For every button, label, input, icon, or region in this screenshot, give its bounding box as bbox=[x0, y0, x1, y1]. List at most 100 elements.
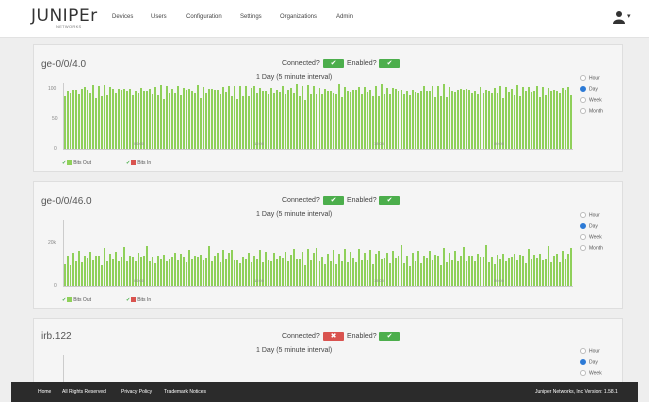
chart-bar bbox=[420, 90, 423, 149]
chart-bar bbox=[236, 260, 239, 286]
legend-bits-out[interactable]: ✔ Bits Out bbox=[62, 297, 91, 303]
chart-bar bbox=[273, 92, 276, 149]
range-week[interactable]: Week bbox=[580, 97, 602, 103]
radio-icon[interactable] bbox=[580, 75, 586, 81]
footer-home-link[interactable]: Home bbox=[38, 389, 51, 395]
range-week[interactable]: Week bbox=[580, 370, 602, 376]
nav-admin[interactable]: Admin bbox=[336, 14, 353, 20]
legend-bits-in[interactable]: ✔ Bits In bbox=[126, 297, 151, 303]
chart-bar bbox=[312, 253, 315, 286]
chart-bar bbox=[462, 247, 465, 286]
chart-bar bbox=[211, 260, 213, 286]
range-week[interactable]: Week bbox=[580, 234, 602, 240]
chart-bar bbox=[411, 253, 414, 286]
chart-bar bbox=[293, 249, 295, 286]
chart-bar bbox=[281, 257, 284, 286]
user-menu[interactable]: ▾ bbox=[612, 10, 634, 24]
chart-bar bbox=[100, 95, 103, 149]
chart-bar bbox=[315, 94, 318, 149]
chart-bar bbox=[146, 91, 148, 149]
chart-bar bbox=[332, 92, 335, 149]
chart-bar bbox=[346, 91, 349, 149]
chart-bar bbox=[442, 84, 445, 149]
chart-bar bbox=[168, 92, 171, 149]
range-hour[interactable]: Hour bbox=[580, 75, 600, 81]
chart-bar bbox=[188, 88, 191, 149]
nav-settings[interactable]: Settings bbox=[240, 14, 262, 20]
radio-selected-icon[interactable] bbox=[580, 359, 586, 365]
chart-bar bbox=[120, 256, 123, 286]
nav-devices[interactable]: Devices bbox=[112, 14, 133, 20]
chart-bar bbox=[411, 89, 414, 149]
range-hour[interactable]: Hour bbox=[580, 212, 600, 218]
chart-bar bbox=[86, 257, 89, 286]
enabled-check-icon: ✔ bbox=[379, 196, 400, 205]
range-month[interactable]: Month bbox=[580, 108, 603, 114]
nav-users[interactable]: Users bbox=[151, 14, 167, 20]
radio-icon[interactable] bbox=[580, 370, 586, 376]
chart-bar bbox=[69, 92, 72, 149]
chart-bar bbox=[213, 90, 216, 149]
chart-bar bbox=[533, 90, 536, 149]
chart-bar bbox=[414, 91, 417, 149]
nav-configuration[interactable]: Configuration bbox=[186, 14, 222, 20]
range-day[interactable]: Day bbox=[580, 223, 598, 229]
interface-name: ge-0/0/4.0 bbox=[41, 59, 87, 70]
radio-selected-icon[interactable] bbox=[580, 86, 586, 92]
range-day[interactable]: Day bbox=[580, 86, 598, 92]
chart-bar bbox=[567, 87, 570, 149]
chart-bar bbox=[428, 251, 431, 286]
chart-bar bbox=[112, 258, 114, 286]
chart-bar bbox=[284, 252, 287, 286]
chart-bar bbox=[530, 259, 533, 286]
chart-bar bbox=[151, 93, 154, 149]
chart-bar bbox=[558, 92, 561, 149]
chart-bar bbox=[386, 87, 389, 149]
connected-check-icon: ✔ bbox=[323, 59, 344, 68]
radio-icon[interactable] bbox=[580, 108, 586, 114]
chart-bar bbox=[363, 87, 366, 149]
chart-bar bbox=[507, 258, 510, 286]
footer-rights-link[interactable]: All Rights Reserved bbox=[62, 389, 106, 395]
legend-bits-out[interactable]: ✔ Bits Out bbox=[62, 160, 91, 166]
chart-bar bbox=[482, 256, 485, 286]
footer-privacy-link[interactable]: Privacy Policy bbox=[121, 389, 152, 395]
chart-bar bbox=[182, 256, 185, 286]
range-month[interactable]: Month bbox=[580, 245, 603, 251]
footer-trademark-link[interactable]: Trademark Notices bbox=[164, 389, 206, 395]
range-hour[interactable]: Hour bbox=[580, 348, 600, 354]
range-day[interactable]: Day bbox=[580, 359, 598, 365]
chart-bar bbox=[445, 97, 448, 149]
legend-bits-in[interactable]: ✔ Bits In bbox=[126, 160, 151, 166]
chart-bar bbox=[355, 262, 358, 286]
chart-bar bbox=[326, 253, 329, 286]
radio-selected-icon[interactable] bbox=[580, 223, 586, 229]
chart-bar bbox=[434, 255, 437, 286]
radio-icon[interactable] bbox=[580, 212, 586, 218]
chart-bar bbox=[267, 94, 270, 149]
juniper-logo[interactable]: JUNIPEr bbox=[31, 6, 98, 26]
chart-bar bbox=[536, 257, 539, 286]
chart-bar bbox=[278, 92, 281, 149]
chart-bar bbox=[78, 251, 80, 286]
chart-bar bbox=[228, 86, 230, 149]
chart-bar bbox=[66, 91, 69, 149]
chart-bar bbox=[295, 84, 298, 149]
chevron-down-icon: ▾ bbox=[627, 13, 631, 20]
nav-organizations[interactable]: Organizations bbox=[280, 14, 317, 20]
radio-icon[interactable] bbox=[580, 234, 586, 240]
chart-bar bbox=[564, 258, 567, 286]
chart-bar bbox=[431, 86, 434, 149]
chart-bar bbox=[174, 93, 177, 149]
chart-bar bbox=[352, 257, 355, 286]
chart-bar bbox=[83, 256, 86, 286]
radio-icon[interactable] bbox=[580, 245, 586, 251]
radio-icon[interactable] bbox=[580, 348, 586, 354]
y-tick-label: 0 bbox=[54, 283, 57, 289]
chart-bar bbox=[408, 94, 411, 149]
y-tick-label: 100 bbox=[48, 86, 57, 92]
top-navbar: JUNIPEr NETWORKS Devices Users Configura… bbox=[0, 0, 649, 38]
chart-bar bbox=[250, 262, 253, 286]
radio-icon[interactable] bbox=[580, 97, 586, 103]
chart-bar bbox=[442, 247, 445, 286]
